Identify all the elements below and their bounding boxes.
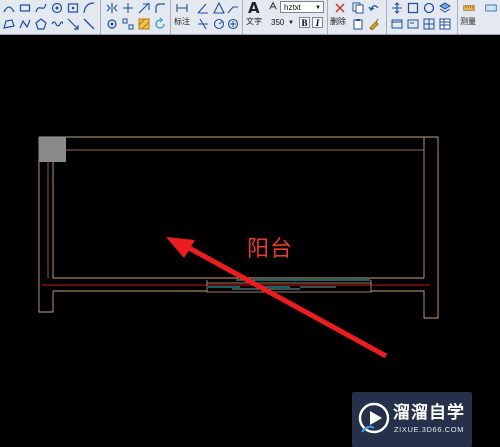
measure-label[interactable]: 测量 xyxy=(460,17,476,27)
measure-group: 测量 xyxy=(459,0,500,34)
rect-dot-icon[interactable] xyxy=(66,1,79,14)
spline-icon[interactable] xyxy=(34,1,47,14)
copy-icon[interactable] xyxy=(351,1,364,14)
polyline-icon[interactable] xyxy=(18,17,31,30)
toolbar-separator xyxy=(170,0,171,34)
font-size-select[interactable]: 350 ▼ xyxy=(268,17,296,29)
circle-ring-icon[interactable] xyxy=(50,1,63,14)
bold-button[interactable]: B xyxy=(299,17,310,28)
text-tool-icon[interactable]: A xyxy=(248,1,260,16)
diameter-icon[interactable] xyxy=(196,17,209,30)
balcony-outer-wall xyxy=(38,136,439,319)
diagonal-line-icon[interactable] xyxy=(82,17,95,30)
view-group xyxy=(388,0,456,34)
drawing-canvas[interactable]: 阳台 溜溜自学 ZIXUE.3D66.COM xyxy=(0,35,500,447)
settings-icon[interactable] xyxy=(105,17,118,30)
pentagon-icon[interactable] xyxy=(34,17,47,30)
font-size-value: 350 xyxy=(271,18,285,27)
watermark-url: ZIXUE.3D66.COM xyxy=(394,425,465,434)
grid-icon[interactable] xyxy=(422,17,435,30)
text-style-icon[interactable] xyxy=(268,0,278,12)
watermark-brand: 溜溜自学 xyxy=(393,403,465,423)
dimension-icon[interactable] xyxy=(175,1,189,15)
mirror-icon[interactable] xyxy=(105,1,118,14)
curve-icon[interactable] xyxy=(82,1,95,14)
copy-array-icon[interactable] xyxy=(121,17,134,30)
layer-icon[interactable] xyxy=(438,1,451,14)
chevron-down-icon: ▼ xyxy=(315,5,321,11)
dimension-group: 标注 xyxy=(172,0,240,34)
line-arrow-icon[interactable] xyxy=(66,17,79,30)
leader-icon[interactable] xyxy=(226,1,239,14)
zoom-window-icon[interactable] xyxy=(406,17,419,30)
balcony-inner-wall xyxy=(47,149,424,278)
draw-tools-group xyxy=(0,0,98,34)
watermark-badge: 溜溜自学 ZIXUE.3D66.COM xyxy=(352,392,472,447)
dimension-label[interactable]: 标注 xyxy=(174,17,190,27)
window-glass xyxy=(208,279,370,288)
circle-icon[interactable] xyxy=(422,1,435,14)
chevron-down-icon: ▼ xyxy=(288,20,294,26)
fillet-icon[interactable] xyxy=(153,1,166,14)
triangle-icon[interactable] xyxy=(212,1,225,14)
window-icon[interactable] xyxy=(390,17,403,30)
font-name-value: hztxt xyxy=(284,3,301,12)
paste-icon[interactable] xyxy=(351,17,364,30)
delete-label[interactable]: 删除 xyxy=(330,17,346,27)
text-group: A 文字 hztxt ▼ 350 ▼ B I xyxy=(244,0,326,34)
toolbar-separator xyxy=(457,0,458,34)
room-label[interactable]: 阳台 xyxy=(247,231,293,263)
table-icon[interactable] xyxy=(438,17,451,30)
angle-dim-icon[interactable] xyxy=(196,1,209,14)
polygon-icon[interactable] xyxy=(2,17,15,30)
toolbar-separator xyxy=(327,0,328,34)
cad-drawing[interactable] xyxy=(0,35,500,424)
match-property-icon[interactable] xyxy=(367,17,380,30)
center-mark-icon[interactable] xyxy=(226,17,239,30)
rectangle-icon[interactable] xyxy=(18,1,31,14)
arc-icon[interactable] xyxy=(2,1,15,14)
toolbar-separator xyxy=(100,0,101,34)
play-logo-icon xyxy=(358,402,390,434)
delete-icon[interactable] xyxy=(333,1,346,14)
cad-toolbar: 标注 A 文字 hztxt ▼ 350 ▼ B I 删除 测量 xyxy=(0,0,500,35)
undo-icon[interactable] xyxy=(367,1,380,14)
properties-icon[interactable] xyxy=(483,1,499,14)
grip-handle[interactable] xyxy=(39,137,66,162)
text-label[interactable]: 文字 xyxy=(246,17,262,27)
window-opening xyxy=(206,280,372,293)
refresh-icon[interactable] xyxy=(153,17,166,30)
italic-button[interactable]: I xyxy=(312,17,323,28)
modify-tools-group xyxy=(103,0,169,34)
select-box-icon[interactable] xyxy=(406,1,419,14)
hatch-icon[interactable] xyxy=(137,17,150,30)
move-icon[interactable] xyxy=(390,1,403,14)
radius-icon[interactable] xyxy=(212,17,225,30)
extend-icon[interactable] xyxy=(137,1,150,14)
font-name-select[interactable]: hztxt ▼ xyxy=(280,1,324,13)
toolbar-separator xyxy=(386,0,387,34)
toolbar-separator xyxy=(242,0,243,34)
measure-icon[interactable] xyxy=(461,1,477,14)
wave-icon[interactable] xyxy=(50,17,63,30)
delete-group: 删除 xyxy=(329,0,385,34)
trim-icon[interactable] xyxy=(121,1,134,14)
